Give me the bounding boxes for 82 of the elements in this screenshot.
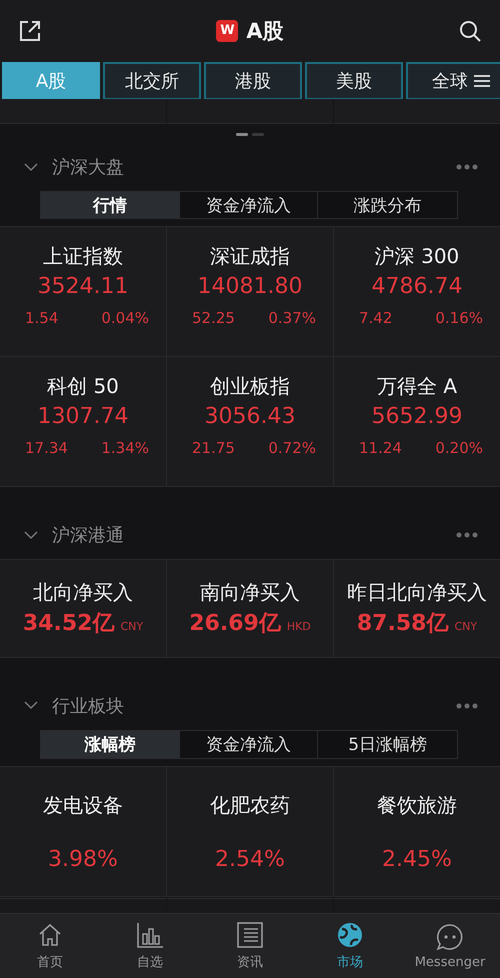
chevron-down-icon[interactable]	[24, 162, 38, 172]
nav-tab[interactable]: 市场	[300, 914, 400, 978]
index-name: 深证成指	[210, 243, 290, 270]
index-name: 科创 50	[47, 373, 119, 400]
index-name: 沪深 300	[374, 243, 460, 270]
nav-tab[interactable]: Messenger	[400, 914, 500, 978]
index-card[interactable]: 上证指数 3524.11 1.54 0.04%	[0, 227, 166, 356]
globe-icon	[336, 921, 364, 950]
currency-label: HKD	[286, 620, 311, 634]
segment-tab[interactable]: 行情	[41, 192, 180, 218]
index-value: 3056.43	[204, 404, 296, 430]
more-icon[interactable]	[456, 532, 478, 538]
currency-label: CNY	[120, 620, 144, 634]
change-value: 1.54	[25, 309, 58, 328]
index-card[interactable]: 万得全 A 5652.99 11.24 0.20%	[334, 357, 500, 486]
flow-card[interactable]: 南向净买入 26.69亿 HKD	[167, 560, 333, 658]
index-card[interactable]: 沪深 300 4786.74 7.42 0.16%	[334, 227, 500, 356]
bar-chart-icon	[136, 921, 164, 950]
section-title: 沪深港通	[52, 524, 124, 548]
index-card[interactable]: 创业板指 3056.43 21.75 0.72%	[167, 357, 333, 486]
sector-percent: 2.54%	[215, 846, 285, 872]
sector-card[interactable]: 发电设备 3.98%	[0, 766, 166, 896]
flow-amount: 34.52亿	[22, 610, 114, 638]
segment-tab[interactable]: 资金净流入	[180, 192, 318, 218]
sector-percent: 2.45%	[382, 846, 452, 872]
more-icon[interactable]	[456, 702, 478, 709]
sector-card[interactable]: 餐饮旅游 2.45%	[334, 766, 500, 896]
nav-tab[interactable]: 资讯	[200, 914, 300, 978]
sector-name: 餐饮旅游	[377, 792, 457, 819]
index-value: 3524.11	[38, 274, 128, 300]
sector-name: 发电设备	[43, 792, 123, 819]
segment-tab[interactable]: 涨跌分布	[318, 192, 457, 218]
flow-name: 南向净买入	[200, 579, 300, 606]
page-title: A股	[246, 18, 284, 45]
flow-card[interactable]: 昨日北向净买入 87.58亿 CNY	[334, 560, 500, 658]
index-value: 14081.80	[198, 274, 302, 300]
section-title: 沪深大盘	[52, 156, 124, 180]
index-card[interactable]: 深证成指 14081.80 52.25 0.37%	[167, 227, 333, 356]
more-icon[interactable]	[456, 164, 478, 170]
segment-tab[interactable]: 涨幅榜	[41, 730, 180, 758]
change-percent: 0.20%	[435, 439, 483, 458]
index-value: 5652.99	[372, 404, 462, 430]
change-value: 17.34	[25, 439, 68, 458]
index-name: 创业板指	[210, 373, 290, 400]
chevron-down-icon[interactable]	[24, 701, 38, 710]
index-value: 4786.74	[372, 274, 462, 300]
index-value: 1307.74	[38, 404, 128, 430]
index-name: 万得全 A	[376, 373, 458, 400]
change-percent: 0.37%	[268, 309, 316, 328]
flow-amount: 87.58亿	[356, 610, 448, 638]
change-percent: 0.04%	[101, 309, 149, 328]
flow-card[interactable]: 北向净买入 34.52亿 CNY	[0, 560, 166, 658]
sector-name: 化肥农药	[210, 792, 290, 819]
sector-percent: 3.98%	[48, 846, 118, 872]
change-value: 21.75	[192, 439, 235, 458]
currency-label: CNY	[454, 620, 478, 634]
change-percent: 1.34%	[101, 439, 149, 458]
index-card[interactable]: 科创 50 1307.74 17.34 1.34%	[0, 357, 166, 486]
news-icon	[236, 921, 264, 950]
index-name: 上证指数	[43, 243, 123, 270]
nav-tab[interactable]: 自选	[100, 914, 200, 978]
nav-tab[interactable]: 首页	[0, 914, 100, 978]
chat-icon	[436, 922, 464, 951]
flow-name: 北向净买入	[33, 579, 133, 606]
change-value: 52.25	[192, 309, 235, 328]
chevron-down-icon[interactable]	[24, 530, 38, 540]
change-value: 7.42	[359, 309, 392, 328]
segment-tab[interactable]: 资金净流入	[180, 730, 318, 758]
logo: W	[216, 20, 238, 42]
sector-card[interactable]: 化肥农药 2.54%	[167, 766, 333, 896]
section-title: 行业板块	[52, 694, 124, 718]
change-percent: 0.16%	[435, 309, 483, 328]
change-value: 11.24	[359, 439, 402, 458]
flow-name: 昨日北向净买入	[347, 579, 487, 606]
market-tab[interactable]: 北交所	[103, 62, 201, 100]
segment-tab[interactable]: 5日涨幅榜	[318, 730, 457, 758]
search-icon[interactable]	[458, 18, 482, 43]
market-tab[interactable]: 美股	[305, 62, 403, 100]
change-percent: 0.72%	[268, 439, 316, 458]
flow-amount: 26.69亿	[189, 610, 281, 638]
market-tab[interactable]: 港股	[204, 62, 302, 100]
share-icon[interactable]	[18, 18, 42, 43]
